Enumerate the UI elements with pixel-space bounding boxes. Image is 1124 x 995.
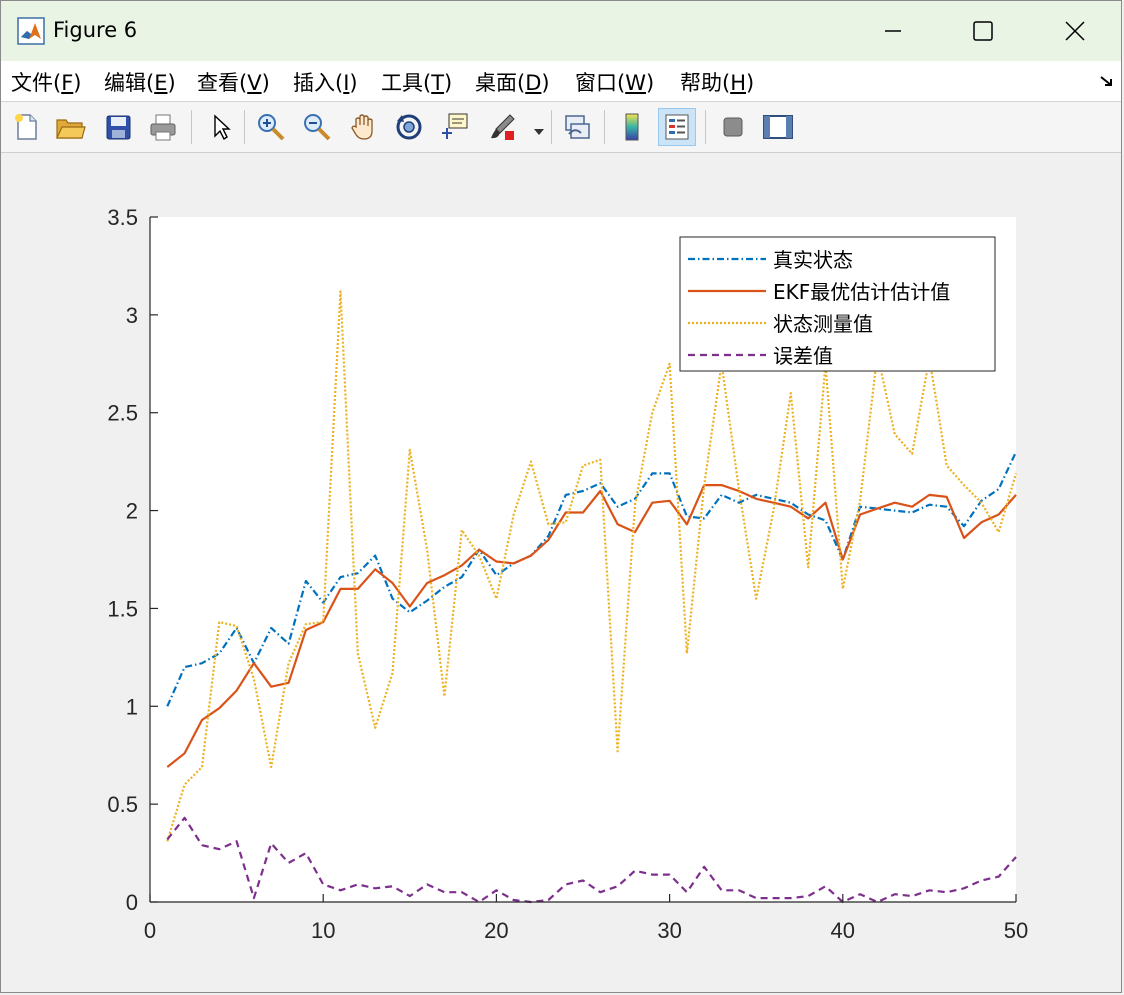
- legend-label-3: 状态测量值: [773, 312, 873, 336]
- save-button[interactable]: [99, 108, 137, 146]
- y-tick-label: 0: [126, 890, 138, 915]
- legend: 真实状态 EKF最优估计估计值状态测量值误差值: [679, 236, 996, 372]
- link-plot-button[interactable]: [558, 108, 596, 146]
- toolbar-separator: [705, 110, 706, 144]
- pan-hand-icon: [351, 114, 373, 140]
- y-tick-label: 3: [126, 303, 138, 328]
- data-cursor-icon: [442, 113, 468, 139]
- legend-label-4: 误差值: [773, 344, 833, 368]
- show-plot-tools-button[interactable]: [759, 108, 797, 146]
- print-button[interactable]: [144, 108, 182, 146]
- rotate-3d-icon: [396, 114, 422, 140]
- window-title: Figure 6: [53, 18, 138, 42]
- hide-plot-tools-button[interactable]: [714, 108, 752, 146]
- brush-icon: [491, 114, 515, 140]
- legend-icon: [665, 114, 689, 140]
- brush-button[interactable]: [483, 108, 521, 146]
- link-plot-icon: [565, 115, 590, 139]
- print-icon: [150, 114, 176, 141]
- hide-plot-tools-icon: [723, 117, 743, 137]
- close-icon: [1065, 21, 1085, 41]
- toolbar-separator: [244, 110, 245, 144]
- menu-file[interactable]: 文件(F): [11, 67, 82, 97]
- close-button[interactable]: [1029, 1, 1121, 61]
- menu-desktop[interactable]: 桌面(D): [475, 67, 550, 97]
- menu-view[interactable]: 查看(V): [197, 67, 270, 97]
- zoom-out-icon: [304, 114, 331, 141]
- minimize-button[interactable]: [847, 1, 939, 61]
- data-cursor-button[interactable]: [435, 108, 473, 146]
- toolbar-separator: [604, 110, 605, 144]
- chevron-down-icon: [534, 129, 544, 135]
- legend-label-1: 真实状态: [773, 248, 853, 272]
- menu-window[interactable]: 窗口(W): [575, 67, 654, 97]
- y-tick-label: 3.5: [107, 205, 138, 230]
- open-file-button[interactable]: [51, 108, 89, 146]
- pan-button[interactable]: [344, 108, 382, 146]
- save-icon: [106, 115, 131, 140]
- x-tick-label: 10: [311, 918, 335, 943]
- insert-legend-button[interactable]: [658, 108, 696, 146]
- zoom-in-button[interactable]: [252, 108, 290, 146]
- menu-edit[interactable]: 编辑(E): [104, 67, 176, 97]
- y-tick-label: 2.5: [107, 401, 138, 426]
- legend-label-2: EKF最优估计估计值: [773, 280, 950, 304]
- maximize-icon: [973, 21, 993, 41]
- open-file-icon: [56, 119, 86, 139]
- x-tick-label: 50: [1004, 918, 1028, 943]
- new-figure-icon: [15, 114, 37, 140]
- insert-colorbar-button[interactable]: [613, 108, 651, 146]
- x-tick-label: 0: [144, 918, 156, 943]
- zoom-out-button[interactable]: [298, 108, 336, 146]
- y-tick-label: 1: [126, 694, 138, 719]
- toolbar-separator: [551, 110, 552, 144]
- maximize-button[interactable]: [937, 1, 1029, 61]
- colorbar-icon: [625, 113, 639, 141]
- minimize-icon: [885, 30, 901, 32]
- new-figure-button[interactable]: [7, 108, 45, 146]
- menu-insert[interactable]: 插入(I): [293, 67, 358, 97]
- menu-tools[interactable]: 工具(T): [381, 67, 452, 97]
- y-tick-label: 2: [126, 499, 138, 524]
- dock-figure-icon[interactable]: [1099, 73, 1115, 89]
- select-arrow-icon: [214, 114, 231, 141]
- line-chart: 0 10 20 30 40 50 0 0.5 1 1.5 2 2.5 3 3.5 真实状态 EKF最优估计估计…: [107, 205, 1028, 943]
- show-plot-tools-icon: [763, 115, 793, 139]
- edit-plot-button[interactable]: [201, 108, 239, 146]
- figure-window: Figure 6 文件(F) 编辑(E) 查看(V) 插入(I) 工具(T) 桌…: [0, 0, 1122, 993]
- x-tick-label: 20: [484, 918, 508, 943]
- rotate-3d-button[interactable]: [390, 108, 428, 146]
- y-tick-label: 0.5: [107, 792, 138, 817]
- x-tick-label: 40: [831, 918, 855, 943]
- title-bar: Figure 6: [1, 1, 1121, 61]
- menu-bar: 文件(F) 编辑(E) 查看(V) 插入(I) 工具(T) 桌面(D) 窗口(W…: [1, 61, 1121, 102]
- zoom-in-icon: [258, 114, 285, 141]
- x-tick-label: 30: [657, 918, 681, 943]
- figure-canvas: 0 10 20 30 40 50 0 0.5 1 1.5 2 2.5 3 3.5 真实状态 EKF最优估计估计…: [1, 153, 1121, 992]
- menu-help[interactable]: 帮助(H): [680, 67, 754, 97]
- matlab-logo-icon: [17, 17, 45, 45]
- toolbar-separator: [191, 110, 192, 144]
- figure-toolbar: [1, 102, 1121, 153]
- y-tick-label: 1.5: [107, 596, 138, 621]
- brush-dropdown-arrow[interactable]: [533, 122, 545, 141]
